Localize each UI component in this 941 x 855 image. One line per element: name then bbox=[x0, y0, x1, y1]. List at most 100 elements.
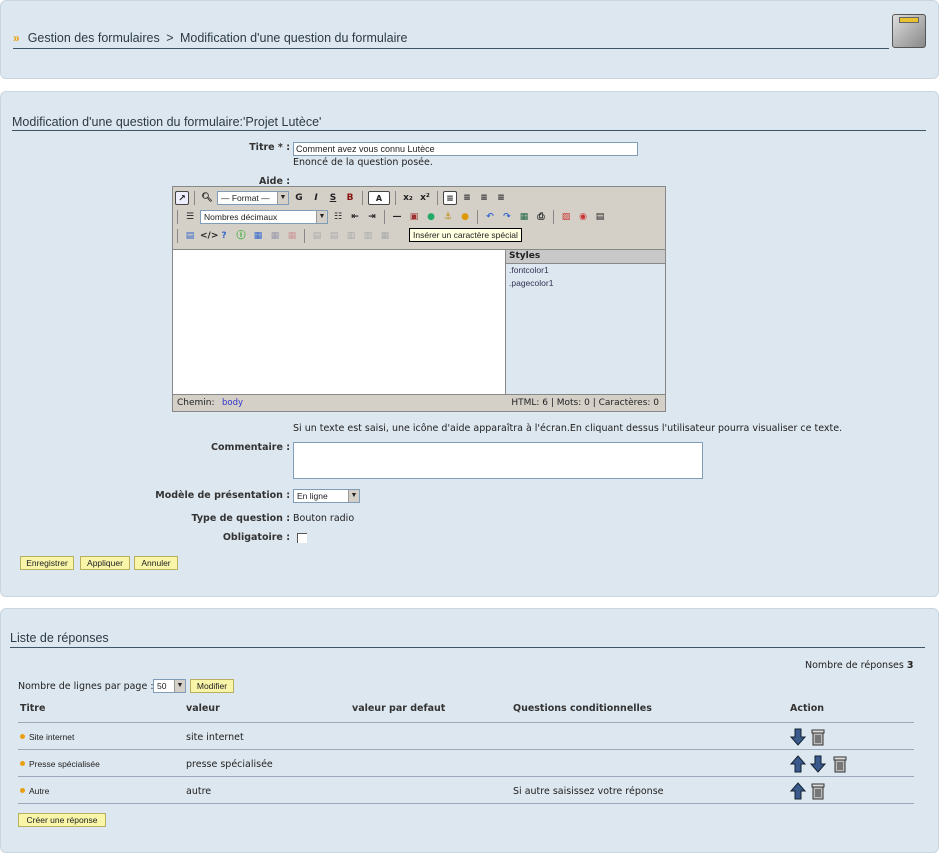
styles-header: Styles bbox=[506, 250, 665, 264]
type-label: Type de question : bbox=[191, 513, 290, 524]
insert-image-icon[interactable]: ▨ bbox=[559, 210, 573, 224]
arrow-up-icon[interactable] bbox=[790, 755, 806, 773]
table-row: Presse spécialisée presse spécialisée bbox=[18, 749, 914, 776]
bold-alt-button[interactable]: B bbox=[343, 191, 357, 205]
delete-col-icon: ▥ bbox=[363, 231, 373, 241]
editor-content-area[interactable] bbox=[173, 249, 506, 394]
align-center-icon[interactable]: ≡ bbox=[460, 191, 474, 205]
apply-button[interactable]: Appliquer bbox=[80, 556, 130, 570]
paste-word-icon[interactable]: ▤ bbox=[183, 229, 197, 243]
trash-icon[interactable] bbox=[810, 782, 826, 800]
list-style-select[interactable]: Nombres décimaux ▼ bbox=[200, 210, 328, 224]
info-icon[interactable]: ⓘ bbox=[234, 229, 248, 243]
commentaire-label: Commentaire : bbox=[211, 442, 290, 453]
row-props-icon: ▦ bbox=[270, 231, 280, 241]
titre-label: Titre * : bbox=[249, 142, 290, 153]
bullet-list-icon[interactable]: ☷ bbox=[331, 210, 345, 224]
row-titre: Autre bbox=[18, 786, 49, 796]
redo-icon[interactable]: ↷ bbox=[500, 210, 514, 224]
trash-icon[interactable] bbox=[832, 755, 848, 773]
align-right-icon[interactable]: ≡ bbox=[477, 191, 491, 205]
titre-hint: Enoncé de la question posée. bbox=[293, 157, 433, 168]
row-titre: Site internet bbox=[18, 732, 74, 742]
insert-table-icon[interactable]: ▦ bbox=[517, 210, 531, 224]
bold-button[interactable]: G bbox=[292, 191, 306, 205]
column-header-action: Action bbox=[790, 703, 825, 714]
toggle-view-icon[interactable]: ↗ bbox=[175, 191, 189, 205]
breadcrumb-separator: > bbox=[166, 31, 174, 45]
create-response-button[interactable]: Créer une réponse bbox=[18, 813, 106, 827]
responses-title: Liste de réponses bbox=[10, 631, 109, 645]
arrow-down-icon[interactable] bbox=[790, 728, 806, 746]
titre-input[interactable]: Comment avez vous connu Lutèce bbox=[293, 142, 638, 156]
help-icon[interactable]: ? bbox=[217, 229, 231, 243]
editor-toolbar-row-3: ▤ </> ? ⓘ ▦ ▦ ▦ ▤ ▤ ▥ ▥ ▦ bbox=[175, 227, 392, 245]
row-valeur: site internet bbox=[186, 732, 244, 743]
obligatoire-checkbox[interactable] bbox=[297, 533, 307, 543]
align-justify-icon[interactable]: ≡ bbox=[494, 191, 508, 205]
table-props-icon[interactable]: ▦ bbox=[251, 229, 265, 243]
font-color-icon[interactable]: A bbox=[368, 191, 390, 205]
responses-count-label: Nombre de réponses bbox=[805, 660, 904, 671]
response-title-link[interactable]: Autre bbox=[29, 786, 49, 796]
header-divider bbox=[13, 48, 889, 49]
numbered-list-icon[interactable]: ☰ bbox=[183, 210, 197, 224]
align-left-icon[interactable]: ≡ bbox=[443, 191, 457, 205]
special-char-tooltip: Insérer un caractère spécial bbox=[409, 228, 522, 242]
breadcrumb-root-link[interactable]: Gestion des formulaires bbox=[28, 31, 160, 45]
strikethrough-button[interactable]: S bbox=[326, 191, 340, 205]
style-item-fontcolor1[interactable]: .fontcolor1 bbox=[506, 264, 665, 277]
editor-toolbar-row-1: ↗ 🔍︎ — Format — ▼ G I S B A x₂ x² ≡ ≡ ≡ ≡ bbox=[175, 189, 508, 207]
edit-form-title: Modification d'une question du formulair… bbox=[12, 115, 322, 129]
path-label: Chemin: bbox=[177, 398, 215, 408]
column-header-titre: Titre bbox=[20, 703, 46, 714]
trash-icon[interactable] bbox=[810, 728, 826, 746]
table-row: Autre autre Si autre saisissez votre rép… bbox=[18, 776, 914, 804]
per-page-label: Nombre de lignes par page : bbox=[18, 681, 154, 692]
delete-row-icon: ▤ bbox=[329, 231, 339, 241]
insert-link-icon[interactable]: ● bbox=[424, 210, 438, 224]
modele-select[interactable]: En ligne ▼ bbox=[293, 489, 360, 503]
media-icon[interactable]: ◉ bbox=[576, 210, 590, 224]
arrow-up-icon[interactable] bbox=[790, 782, 806, 800]
save-button[interactable]: Enregistrer bbox=[20, 556, 74, 570]
format-select[interactable]: — Format — ▼ bbox=[217, 191, 289, 205]
insert-object-icon[interactable]: ▣ bbox=[407, 210, 421, 224]
editor-toolbar-row-2: ☰ Nombres décimaux ▼ ☷ ⇤ ⇥ — ▣ ● ⚓ ● ↶ ↷ … bbox=[175, 208, 607, 226]
style-item-pagecolor1[interactable]: .pagecolor1 bbox=[506, 277, 665, 290]
path-value-link[interactable]: body bbox=[222, 395, 243, 411]
breadcrumb: » Gestion des formulaires > Modification … bbox=[13, 31, 408, 45]
column-header-valeur: valeur bbox=[186, 703, 220, 714]
find-icon[interactable]: 🔍︎ bbox=[200, 191, 214, 205]
print-icon[interactable]: ⎙ bbox=[534, 210, 548, 224]
puzzle-icon bbox=[892, 14, 926, 48]
cancel-button[interactable]: Annuler bbox=[134, 556, 178, 570]
header-panel: » Gestion des formulaires > Modification … bbox=[0, 0, 939, 79]
undo-icon[interactable]: ↶ bbox=[483, 210, 497, 224]
anchor-icon[interactable]: ⚓ bbox=[441, 210, 455, 224]
column-header-conditionnelles: Questions conditionnelles bbox=[513, 703, 652, 714]
subscript-icon[interactable]: x₂ bbox=[401, 191, 415, 205]
type-value: Bouton radio bbox=[293, 513, 355, 524]
outdent-icon[interactable]: ⇤ bbox=[348, 210, 362, 224]
modify-per-page-button[interactable]: Modifier bbox=[190, 679, 234, 693]
row-titre: Presse spécialisée bbox=[18, 759, 100, 769]
italic-button[interactable]: I bbox=[309, 191, 323, 205]
indent-icon[interactable]: ⇥ bbox=[365, 210, 379, 224]
fullscreen-icon[interactable]: ▤ bbox=[593, 210, 607, 224]
aide-hint: Si un texte est saisi, une icône d'aide … bbox=[293, 423, 843, 434]
cell-props-icon: ▦ bbox=[287, 231, 297, 241]
modele-label: Modèle de présentation : bbox=[155, 490, 290, 501]
commentaire-textarea[interactable] bbox=[293, 442, 703, 479]
breadcrumb-arrow-icon: » bbox=[13, 31, 20, 45]
horizontal-rule-icon[interactable]: — bbox=[390, 210, 404, 224]
styles-pane: Styles .fontcolor1 .pagecolor1 bbox=[506, 249, 665, 394]
source-code-icon[interactable]: </> bbox=[200, 229, 218, 243]
arrow-down-icon[interactable] bbox=[810, 755, 826, 773]
per-page-select[interactable]: 50 ▼ bbox=[153, 679, 186, 693]
response-title-link[interactable]: Presse spécialisée bbox=[29, 759, 100, 769]
row-valeur: autre bbox=[186, 786, 212, 797]
special-char-icon[interactable]: ● bbox=[458, 210, 472, 224]
superscript-icon[interactable]: x² bbox=[418, 191, 432, 205]
response-title-link[interactable]: Site internet bbox=[29, 732, 74, 742]
